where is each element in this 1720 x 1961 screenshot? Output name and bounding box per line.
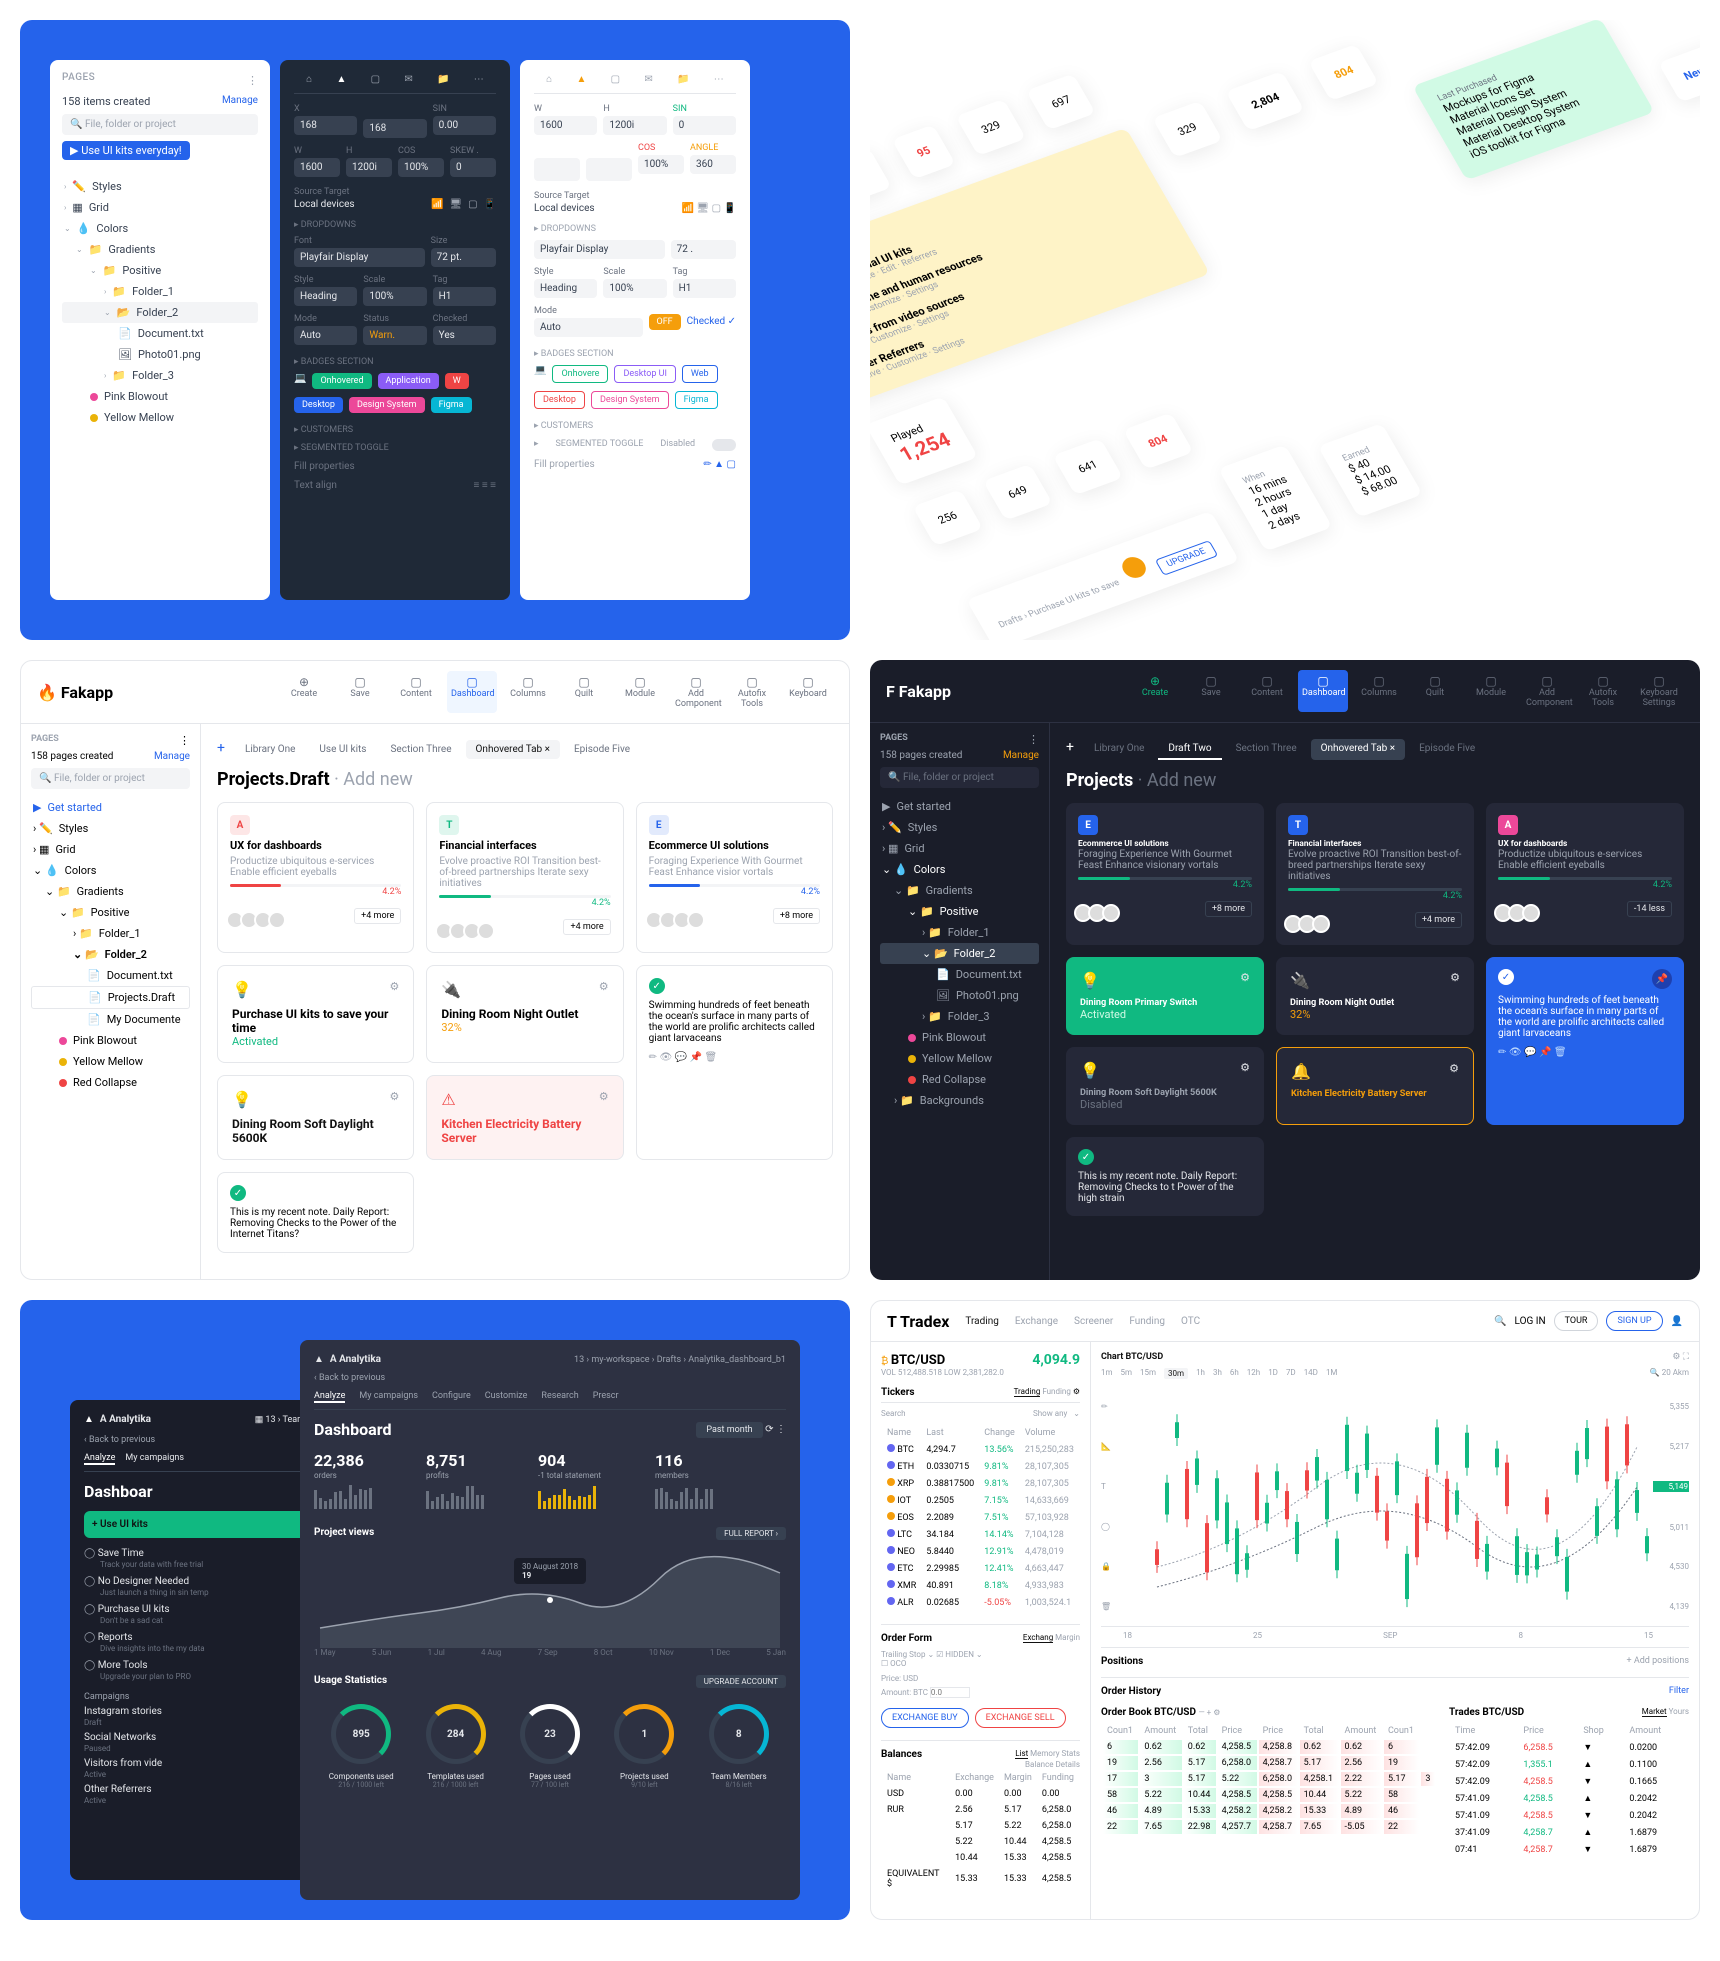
tree-yellow[interactable]: Yellow Mellow xyxy=(62,407,258,428)
more-icon[interactable]: ⋮ xyxy=(247,74,258,87)
tool-dashboard[interactable]: ▢Dashboard xyxy=(447,671,497,713)
layers-icon[interactable]: ▲ xyxy=(576,74,586,85)
left-panel: ₿ BTC/USD 4,094.9 VOL 512,488.518 LOW 2,… xyxy=(871,1342,1091,1919)
tool-content[interactable]: ▢Content xyxy=(391,671,441,713)
tablet-icon[interactable]: ▢ xyxy=(468,199,477,210)
panel-fakapp-dark: F Fakapp ⊕Create▢Save▢Content▢Dashboard▢… xyxy=(870,660,1700,1280)
off-toggle[interactable]: OFF xyxy=(649,314,681,330)
full-report-btn[interactable]: FULL REPORT › xyxy=(716,1527,786,1540)
home-icon[interactable]: ⌂ xyxy=(546,74,552,85)
main-panel: Chart BTC/USD ⚙ ⛶ 1m5m15m30m1h3h6h12h1D7… xyxy=(1091,1342,1699,1919)
panel-tradex: T Tradex TradingExchangeScreenerFundingO… xyxy=(870,1300,1700,1920)
buy-btn[interactable]: EXCHANGE BUY xyxy=(881,1708,969,1728)
layers-icon[interactable]: ▲ xyxy=(336,74,346,85)
tree-gradients[interactable]: ⌄📁 Gradients xyxy=(62,239,258,260)
refresh-icon[interactable]: ⟳ xyxy=(765,1424,773,1435)
analytika-window-dark: ▲A Analytika▦ 13 › Team Pr ‹ Back to pre… xyxy=(70,1400,330,1880)
add-tab[interactable]: + xyxy=(217,740,225,759)
panel-design-tool: PAGES ⋮ 158 items created Manage 🔍 File,… xyxy=(20,20,850,640)
laptop-icon: 💻 xyxy=(294,373,306,389)
tool-create[interactable]: ⊕Create xyxy=(279,671,329,713)
nav-styles[interactable]: ›✏️ Styles xyxy=(62,176,258,197)
tool-add-component[interactable]: ▢Add Component xyxy=(671,671,721,713)
tree-folder3[interactable]: ›📁 Folder_3 xyxy=(62,365,258,386)
promo-banner[interactable]: ▶ Use UI kits everyday! xyxy=(62,141,190,160)
tree-positive[interactable]: ⌄📁 Positive xyxy=(62,260,258,281)
sidebar-search[interactable]: 🔍 File, folder or project xyxy=(31,768,190,789)
page-title: Projects.Draft · Add new xyxy=(217,769,833,790)
sidebar: PAGES⋮ 158 pages createdManage 🔍 File, f… xyxy=(870,723,1050,1280)
tree-doc[interactable]: 📄 Document.txt xyxy=(62,323,258,344)
app-logo: T Tradex xyxy=(887,1312,949,1331)
tool-quilt[interactable]: ▢Quilt xyxy=(559,671,609,713)
folder-icon[interactable]: 📁 xyxy=(677,74,689,85)
more-icon[interactable]: ⋯ xyxy=(474,74,484,85)
more-icon[interactable]: ⋯ xyxy=(714,74,724,85)
box-icon[interactable]: ▢ xyxy=(611,74,620,85)
checked-label[interactable]: Checked ✓ xyxy=(687,316,736,327)
upgrade-btn[interactable]: UPGRADE xyxy=(1154,540,1218,576)
manage-link[interactable]: Manage xyxy=(222,95,258,108)
amount-input[interactable] xyxy=(930,1687,970,1698)
more-icon[interactable]: ⋮ xyxy=(179,734,190,747)
wifi-icon[interactable]: 📶 xyxy=(431,199,443,210)
laptop-icon: 💻 xyxy=(534,365,546,383)
tree-folder1[interactable]: ›📁 Folder_1 xyxy=(62,281,258,302)
tool-icon[interactable]: ✏ xyxy=(1101,1402,1121,1411)
project-card[interactable]: TFinancial interfacesEvolve proactive RO… xyxy=(426,802,623,953)
panel-analytika: ▲A Analytika▦ 13 › Team Pr ‹ Back to pre… xyxy=(20,1300,850,1920)
tree-photo[interactable]: 🖼 Photo01.png xyxy=(62,344,258,365)
candlestick-chart[interactable]: ✏📐T◯🔒🗑 5,3555,2175,1495,0114,5304,139 18… xyxy=(1101,1387,1689,1627)
sell-btn[interactable]: EXCHANGE SELL xyxy=(975,1708,1066,1728)
pages-sidebar: PAGES ⋮ 158 items created Manage 🔍 File,… xyxy=(50,60,270,600)
tour-btn[interactable]: TOUR xyxy=(1554,1311,1599,1331)
panel-fakapp-light: 🔥 Fakapp ⊕Create▢Save▢Content▢Dashboard▢… xyxy=(20,660,850,1280)
upgrade-btn[interactable]: UPGRADE ACCOUNT xyxy=(696,1675,786,1688)
nav-getstarted[interactable]: ▶ Get started xyxy=(31,797,190,818)
nav-colors[interactable]: ⌄💧 Colors xyxy=(62,218,258,239)
app-logo: F Fakapp xyxy=(886,682,951,701)
app-logo: 🔥 Fakapp xyxy=(37,683,113,702)
project-card[interactable]: EEcommerce UI solutionsForaging Experien… xyxy=(636,802,833,953)
tool-autofix-tools[interactable]: ▢Autofix Tools xyxy=(727,671,777,713)
home-icon[interactable]: ⌂ xyxy=(306,74,312,85)
new-campaign-btn[interactable]: New Campaign xyxy=(1658,26,1700,102)
mail-icon[interactable]: ✉ xyxy=(644,74,652,85)
tree-folder2[interactable]: ⌄📂 Folder_2 xyxy=(62,302,258,323)
properties-panel-dark: ⌂▲▢✉📁⋯ X168 ㅤ168 SIN0.00 W1600 H1200i CO… xyxy=(280,60,510,600)
user-icon[interactable]: 👤 xyxy=(1671,1316,1683,1327)
avatar[interactable] xyxy=(1119,554,1151,581)
section-label: PAGES xyxy=(62,72,95,83)
signup-btn[interactable]: SIGN UP xyxy=(1606,1311,1662,1331)
mobile-icon[interactable]: 📱 xyxy=(484,199,496,210)
panel-isometric: A Analy 95 329 697 Campaigns Use commerc… xyxy=(870,20,1700,640)
nav-grid[interactable]: ›▦ Grid xyxy=(62,197,258,218)
desktop-icon[interactable]: 🖥 xyxy=(449,199,462,210)
search-input[interactable]: 🔍 File, folder or project xyxy=(62,114,258,135)
search-icon[interactable]: 🔍 xyxy=(1494,1316,1506,1327)
tool-keyboard[interactable]: ▢Keyboard xyxy=(783,671,833,713)
use-ui-kits-btn[interactable]: + Use UI kits xyxy=(84,1511,316,1538)
login-link[interactable]: LOG IN xyxy=(1515,1316,1546,1327)
folder-icon[interactable]: 📁 xyxy=(437,74,449,85)
more-icon[interactable]: ⋮ xyxy=(776,1424,786,1435)
mail-icon[interactable]: ✉ xyxy=(404,74,412,85)
project-card[interactable]: AUX for dashboardsProductize ubiquitous … xyxy=(217,802,414,953)
tool-save[interactable]: ▢Save xyxy=(335,671,385,713)
box-icon[interactable]: ▢ xyxy=(371,74,380,85)
tree-pink[interactable]: Pink Blowout xyxy=(62,386,258,407)
add-tab[interactable]: + xyxy=(1066,739,1074,760)
tool-columns[interactable]: ▢Columns xyxy=(503,671,553,713)
properties-panel-light: ⌂▲▢✉📁⋯ W1600 H1200i SIN0 ㅤㅤ ㅤㅤ COS100% A… xyxy=(520,60,750,600)
sidebar: PAGES⋮ 158 pages createdManage 🔍 File, f… xyxy=(21,724,201,1279)
tool-module[interactable]: ▢Module xyxy=(615,671,665,713)
purchased-card: Last Purchased Mockups for FigmaMaterial… xyxy=(1413,20,1655,180)
analytika-window-main: ▲A Analytika13 › my-workspace › Drafts ›… xyxy=(300,1340,800,1900)
